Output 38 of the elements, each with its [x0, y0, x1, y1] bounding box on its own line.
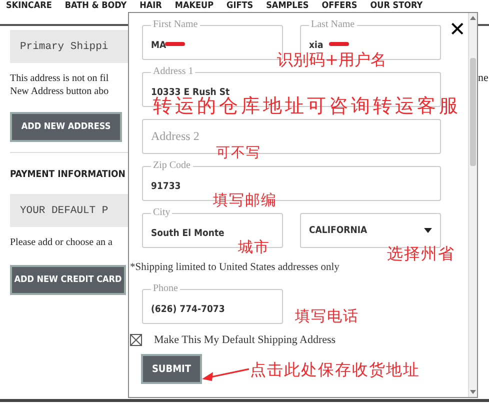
- field-label: Zip Code: [151, 160, 192, 172]
- nav-link[interactable]: OUR STORY: [370, 1, 423, 12]
- annotation-text: 转运的仓库地址可咨询转运客服: [153, 97, 461, 116]
- nav-link[interactable]: MAKEUP: [174, 1, 214, 12]
- scroll-up-icon[interactable]: [470, 15, 476, 21]
- annotation-text: 城市: [238, 240, 270, 255]
- checkbox[interactable]: [130, 334, 142, 346]
- add-address-button[interactable]: ADD NEW ADDRESS: [10, 112, 122, 142]
- shipping-address-box: Primary Shippi: [10, 30, 128, 63]
- address-note: New Address button abo: [10, 85, 110, 98]
- address-note: This address is not on fil: [10, 72, 110, 85]
- nav-link[interactable]: GIFTS: [226, 1, 254, 12]
- payment-note: Please add or choose an a: [10, 236, 114, 249]
- field-label: City: [151, 207, 172, 219]
- annotation-text: 填写邮编: [213, 193, 277, 208]
- shipping-note: *Shipping limited to United States addresses only: [130, 262, 340, 273]
- caret-icon: [424, 228, 432, 233]
- annotation-arrow: [201, 366, 249, 382]
- add-credit-card-button[interactable]: ADD NEW CREDIT CARD: [10, 265, 126, 295]
- section-heading: PAYMENT INFORMATION: [10, 169, 126, 180]
- nav-link[interactable]: SAMPLES: [266, 1, 309, 12]
- page-text: ne: [478, 72, 488, 84]
- submit-button[interactable]: SUBMIT: [141, 354, 202, 384]
- nav-link[interactable]: BATH & BODY: [64, 1, 127, 12]
- nav-link[interactable]: OFFERS: [322, 1, 358, 12]
- nav-link[interactable]: HAIR: [140, 1, 162, 12]
- scroll-down-icon[interactable]: [470, 389, 476, 395]
- annotation-text: 点击此处保存收货地址: [250, 362, 420, 378]
- close-icon[interactable]: ✕: [449, 19, 466, 39]
- annotation-text: 选择州省: [387, 246, 455, 262]
- checkbox-label: Make This My Default Shipping Address: [154, 334, 336, 346]
- annotation-text: 识别码+用户名: [277, 52, 386, 68]
- annotation-text: 填写电话: [295, 309, 359, 324]
- payment-method-box: YOUR DEFAULT P: [10, 194, 128, 227]
- input-field[interactable]: Phone (626) 774-7073: [142, 283, 283, 324]
- scrollbar[interactable]: [468, 13, 477, 397]
- nav-link[interactable]: SKINCARE: [6, 1, 52, 12]
- annotation-text: 可不写: [216, 146, 261, 160]
